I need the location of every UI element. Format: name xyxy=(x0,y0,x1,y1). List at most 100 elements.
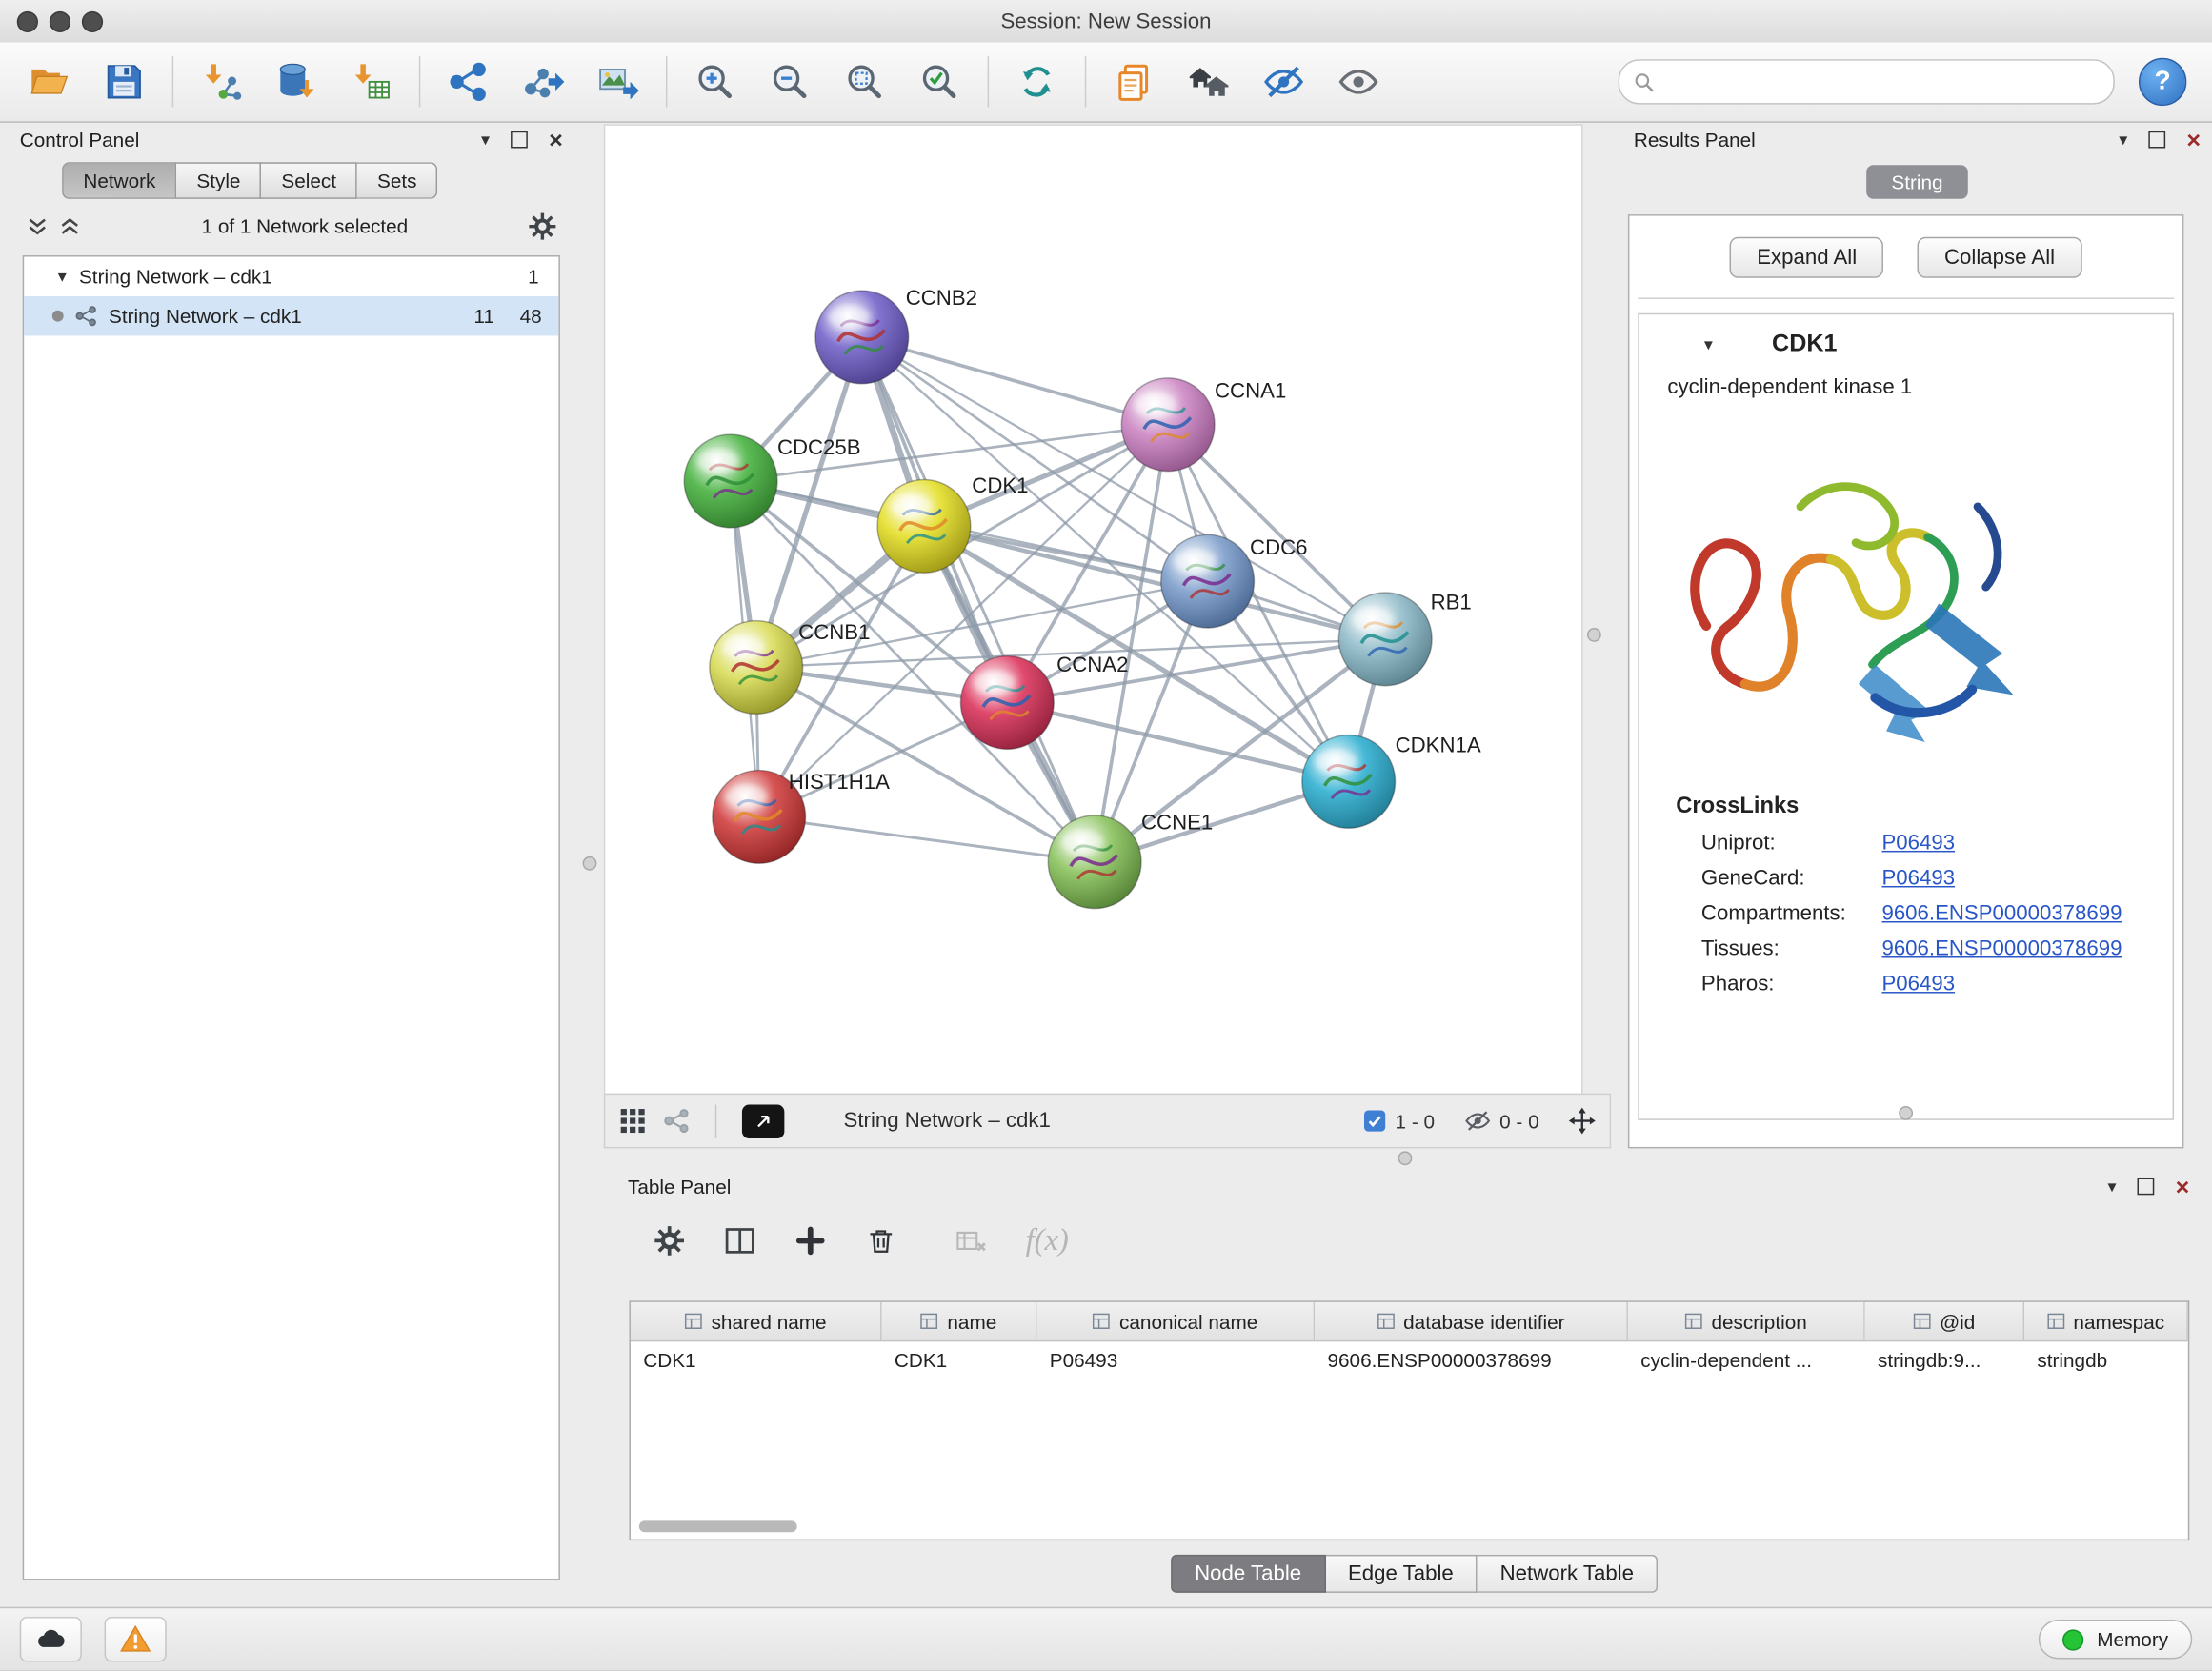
network-options-gear-icon[interactable] xyxy=(528,211,557,240)
panel-menu-icon[interactable]: ▾ xyxy=(2119,131,2127,149)
import-network-from-database-button[interactable] xyxy=(261,50,332,112)
cell-shared-name[interactable]: CDK1 xyxy=(631,1341,882,1379)
export-image-button[interactable] xyxy=(583,50,654,112)
close-window-button[interactable] xyxy=(17,10,38,31)
show-columns-icon[interactable] xyxy=(724,1224,756,1257)
cloud-button[interactable] xyxy=(20,1617,82,1661)
close-panel-icon[interactable]: × xyxy=(549,128,563,151)
tab-style[interactable]: Style xyxy=(177,162,262,199)
crosslink-compartments-link[interactable]: 9606.ENSP00000378699 xyxy=(1881,901,2122,925)
tab-sets[interactable]: Sets xyxy=(357,162,437,199)
panel-menu-icon[interactable]: ▾ xyxy=(2107,1178,2116,1196)
minimize-window-button[interactable] xyxy=(50,10,70,31)
horizontal-splitter-handle[interactable] xyxy=(1899,1106,1913,1120)
float-window-icon[interactable] xyxy=(2148,131,2165,149)
memory-button[interactable]: Memory xyxy=(2040,1620,2193,1659)
tab-network[interactable]: Network xyxy=(62,162,176,199)
tab-node-table[interactable]: Node Table xyxy=(1171,1555,1325,1593)
network-node-RB1[interactable] xyxy=(1338,593,1432,686)
cell-canonical-name[interactable]: P06493 xyxy=(1036,1341,1315,1379)
column-header-id[interactable]: @id xyxy=(1865,1302,2024,1341)
zoom-out-button[interactable] xyxy=(754,50,825,112)
network-node-CCNA1[interactable] xyxy=(1121,378,1215,472)
show-graphics-details-button[interactable] xyxy=(1323,50,1394,112)
cell-namespace[interactable]: stringdb xyxy=(2024,1341,2188,1379)
network-node-CCNA2[interactable] xyxy=(960,656,1054,750)
expand-all-networks-icon[interactable] xyxy=(26,213,50,237)
column-header-canonical-name[interactable]: canonical name xyxy=(1036,1302,1315,1341)
apply-preferred-layout-button[interactable] xyxy=(1001,50,1072,112)
network-view-share-icon[interactable] xyxy=(663,1107,690,1134)
panel-menu-icon[interactable]: ▾ xyxy=(481,131,490,149)
tab-string[interactable]: String xyxy=(1866,165,1968,199)
network-canvas[interactable]: CCNB2CCNA1CDC25BCDK1CDC6RB1CCNB1CCNA2CDK… xyxy=(604,124,1583,1096)
network-edge-CCNB2-CCNA1[interactable] xyxy=(862,337,1168,425)
vertical-splitter-handle[interactable] xyxy=(1587,628,1601,642)
crosslink-uniprot-link[interactable]: P06493 xyxy=(1881,831,1955,855)
export-network-button[interactable] xyxy=(433,50,504,112)
collapse-all-button[interactable]: Collapse All xyxy=(1918,237,2081,278)
crosslink-tissues-link[interactable]: 9606.ENSP00000378699 xyxy=(1881,936,2122,960)
network-graph[interactable]: CCNB2CCNA1CDC25BCDK1CDC6RB1CCNB1CCNA2CDK… xyxy=(605,126,1581,1095)
tree-expander-icon[interactable]: ▾ xyxy=(58,268,67,285)
zoom-window-button[interactable] xyxy=(82,10,103,31)
network-node-CCNB1[interactable] xyxy=(710,621,803,715)
crosslink-genecard-link[interactable]: P06493 xyxy=(1881,866,1955,890)
documents-button[interactable] xyxy=(1099,50,1170,112)
table-row[interactable]: CDK1 CDK1 P06493 9606.ENSP00000378699 cy… xyxy=(631,1341,2188,1379)
table-settings-gear-icon[interactable] xyxy=(654,1224,686,1257)
warnings-button[interactable] xyxy=(105,1617,167,1661)
selected-checkbox-icon[interactable] xyxy=(1364,1110,1385,1131)
vertical-splitter-handle[interactable] xyxy=(583,856,597,871)
column-header-description[interactable]: description xyxy=(1628,1302,1865,1341)
export-network-to-file-button[interactable] xyxy=(508,50,578,112)
help-button[interactable]: ? xyxy=(2139,58,2186,106)
cell-database-identifier[interactable]: 9606.ENSP00000378699 xyxy=(1315,1341,1628,1379)
float-window-icon[interactable] xyxy=(511,131,528,149)
network-collection-row[interactable]: ▾ String Network – cdk1 1 xyxy=(24,257,558,296)
import-table-from-file-button[interactable] xyxy=(335,50,406,112)
network-node-CCNE1[interactable] xyxy=(1048,815,1141,909)
delete-column-trash-icon[interactable] xyxy=(865,1224,897,1257)
network-node-CDC6[interactable] xyxy=(1161,534,1255,628)
network-node-CDKN1A[interactable] xyxy=(1302,735,1396,829)
close-panel-icon[interactable]: × xyxy=(2186,128,2201,151)
zoom-selected-button[interactable] xyxy=(904,50,975,112)
cell-id[interactable]: stringdb:9... xyxy=(1865,1341,2024,1379)
network-edge-CCNE1-HIST1H1A[interactable] xyxy=(759,816,1095,861)
column-header-namespace[interactable]: namespac xyxy=(2024,1302,2188,1341)
horizontal-splitter-handle[interactable] xyxy=(1398,1151,1413,1165)
close-panel-icon[interactable]: × xyxy=(2176,1175,2190,1198)
column-header-shared-name[interactable]: shared name xyxy=(631,1302,882,1341)
expand-all-button[interactable]: Expand All xyxy=(1730,237,1883,278)
search-input[interactable] xyxy=(1664,70,2099,95)
network-node-CCNB2[interactable] xyxy=(815,291,909,384)
hide-graphics-details-button[interactable] xyxy=(1249,50,1319,112)
grid-view-icon[interactable] xyxy=(619,1107,646,1134)
import-network-from-file-button[interactable] xyxy=(186,50,256,112)
network-node-CDK1[interactable] xyxy=(877,479,971,573)
horizontal-scrollbar-thumb[interactable] xyxy=(639,1520,797,1532)
network-edge-CCNB2-CCNE1[interactable] xyxy=(862,337,1095,862)
network-edge-CCNA2-CDKN1A[interactable] xyxy=(1007,702,1348,781)
tab-network-table[interactable]: Network Table xyxy=(1478,1555,1658,1593)
section-expander-icon[interactable]: ▾ xyxy=(1704,335,1713,352)
save-session-button[interactable] xyxy=(89,50,159,112)
welcome-screen-button[interactable] xyxy=(1174,50,1244,112)
cell-description[interactable]: cyclin-dependent ... xyxy=(1628,1341,1865,1379)
collapse-all-networks-icon[interactable] xyxy=(58,213,82,237)
add-column-icon[interactable] xyxy=(794,1224,827,1257)
cell-name[interactable]: CDK1 xyxy=(882,1341,1037,1379)
float-window-icon[interactable] xyxy=(2138,1178,2155,1196)
column-header-name[interactable]: name xyxy=(882,1302,1037,1341)
network-row-selected[interactable]: String Network – cdk1 11 48 xyxy=(24,296,558,335)
open-session-button[interactable] xyxy=(14,50,85,112)
tab-edge-table[interactable]: Edge Table xyxy=(1325,1555,1478,1593)
column-header-database-identifier[interactable]: database identifier xyxy=(1315,1302,1628,1341)
zoom-fit-button[interactable] xyxy=(830,50,900,112)
network-node-CDC25B[interactable] xyxy=(684,434,777,528)
tab-select[interactable]: Select xyxy=(262,162,358,199)
zoom-in-button[interactable] xyxy=(680,50,751,112)
crosslink-pharos-link[interactable]: P06493 xyxy=(1881,972,1955,996)
birdseye-pan-icon[interactable] xyxy=(1569,1107,1596,1134)
